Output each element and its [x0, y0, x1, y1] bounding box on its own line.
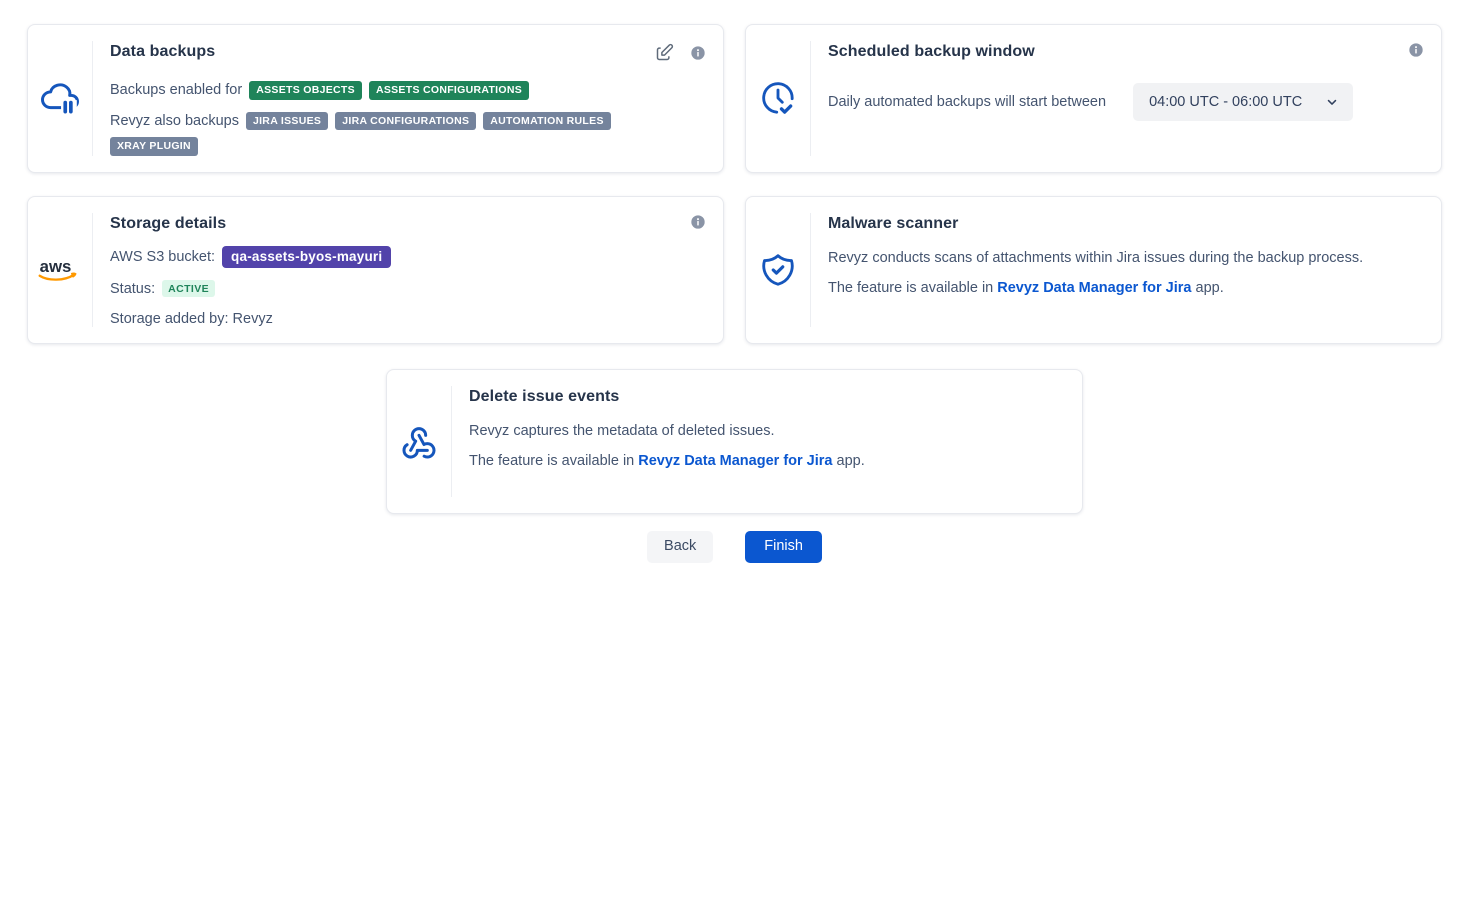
revyz-data-manager-link[interactable]: Revyz Data Manager for Jira [997, 280, 1191, 296]
back-button[interactable]: Back [647, 531, 713, 563]
delete-issue-events-content: Delete issue events Revyz captures the m… [452, 370, 1082, 513]
scheduled-backup-content: Scheduled backup window Daily automated … [811, 25, 1441, 172]
info-icon[interactable] [690, 214, 706, 230]
jira-badge: AUTOMATION RULES [483, 112, 611, 131]
revyz-data-manager-link[interactable]: Revyz Data Manager for Jira [638, 453, 832, 469]
webhook-icon [399, 422, 439, 462]
info-icon[interactable] [690, 45, 706, 61]
delete-issue-events-card: Delete issue events Revyz captures the m… [386, 369, 1083, 514]
asset-badge: ASSETS CONFIGURATIONS [369, 81, 529, 100]
malware-scanner-icon-col [746, 197, 810, 344]
also-backups-label: Revyz also backups [110, 113, 239, 129]
shield-check-icon [759, 251, 797, 289]
storage-details-icon-col: aws [28, 197, 92, 344]
malware-feature-line: The feature is available in Revyz Data M… [828, 280, 1421, 296]
backup-window-selected-value: 04:00 UTC - 06:00 UTC [1149, 94, 1302, 110]
storage-details-content: Storage details AWS S3 bucket: qa-assets… [93, 197, 723, 344]
feature-prefix: The feature is available in [469, 453, 638, 469]
card-actions [690, 214, 706, 230]
card-actions [654, 42, 706, 63]
backups-enabled-row: Backups enabled for ASSETS OBJECTS ASSET… [110, 81, 703, 100]
jira-badge: JIRA ISSUES [246, 112, 328, 131]
card-title: Malware scanner [828, 215, 1421, 233]
storage-added-by: Storage added by: Revyz [110, 311, 703, 327]
card-title: Scheduled backup window [828, 43, 1421, 61]
data-backups-content: Data backups Backups enabled for ASSETS … [93, 25, 723, 172]
malware-description: Revyz conducts scans of attachments with… [828, 250, 1421, 266]
wizard-footer: Back Finish [27, 531, 1442, 563]
delete-issue-events-icon-col [387, 370, 451, 513]
status-label: Status: [110, 281, 155, 297]
edit-icon[interactable] [654, 42, 675, 63]
card-title: Storage details [110, 215, 703, 233]
feature-prefix: The feature is available in [828, 280, 997, 296]
also-backups-row: Revyz also backups JIRA ISSUES JIRA CONF… [110, 112, 703, 156]
feature-suffix: app. [832, 453, 864, 469]
card-title: Data backups [110, 43, 703, 61]
status-badge: ACTIVE [162, 280, 215, 297]
delete-events-description: Revyz captures the metadata of deleted i… [469, 423, 1062, 439]
center-card-wrap: Delete issue events Revyz captures the m… [27, 369, 1442, 514]
bucket-row: AWS S3 bucket: qa-assets-byos-mayuri [110, 246, 703, 269]
scheduled-backup-card: Scheduled backup window Daily automated … [745, 24, 1442, 173]
scheduled-backup-icon-col [746, 25, 810, 172]
cards-grid: Data backups Backups enabled for ASSETS … [27, 24, 1442, 344]
clock-check-icon [759, 79, 797, 117]
card-actions [1408, 42, 1424, 58]
backup-settings-page: Data backups Backups enabled for ASSETS … [0, 0, 1464, 563]
card-title: Delete issue events [469, 388, 1062, 406]
finish-button[interactable]: Finish [745, 531, 822, 563]
backup-window-select[interactable]: 04:00 UTC - 06:00 UTC [1133, 83, 1353, 121]
malware-scanner-content: Malware scanner Revyz conducts scans of … [811, 197, 1441, 344]
data-backups-icon-col [28, 25, 92, 172]
feature-suffix: app. [1191, 280, 1223, 296]
delete-events-feature-line: The feature is available in Revyz Data M… [469, 453, 1062, 469]
bucket-name-badge: qa-assets-byos-mayuri [222, 246, 391, 269]
backup-window-row: Daily automated backups will start betwe… [828, 83, 1421, 121]
chevron-down-icon [1325, 95, 1339, 109]
asset-badge: ASSETS OBJECTS [249, 81, 362, 100]
storage-details-card: aws Storage details AWS S3 bucket: qa-as… [27, 196, 724, 345]
backups-enabled-label: Backups enabled for [110, 82, 242, 98]
svg-text:aws: aws [40, 257, 72, 276]
data-backups-card: Data backups Backups enabled for ASSETS … [27, 24, 724, 173]
jira-badge: XRAY PLUGIN [110, 137, 198, 156]
info-icon[interactable] [1408, 42, 1424, 58]
status-row: Status: ACTIVE [110, 280, 703, 297]
backup-window-label: Daily automated backups will start betwe… [828, 94, 1106, 110]
malware-scanner-card: Malware scanner Revyz conducts scans of … [745, 196, 1442, 345]
bucket-label: AWS S3 bucket: [110, 249, 215, 265]
jira-badge: JIRA CONFIGURATIONS [335, 112, 476, 131]
cloud-pause-icon [39, 77, 81, 119]
aws-logo: aws [37, 254, 83, 286]
